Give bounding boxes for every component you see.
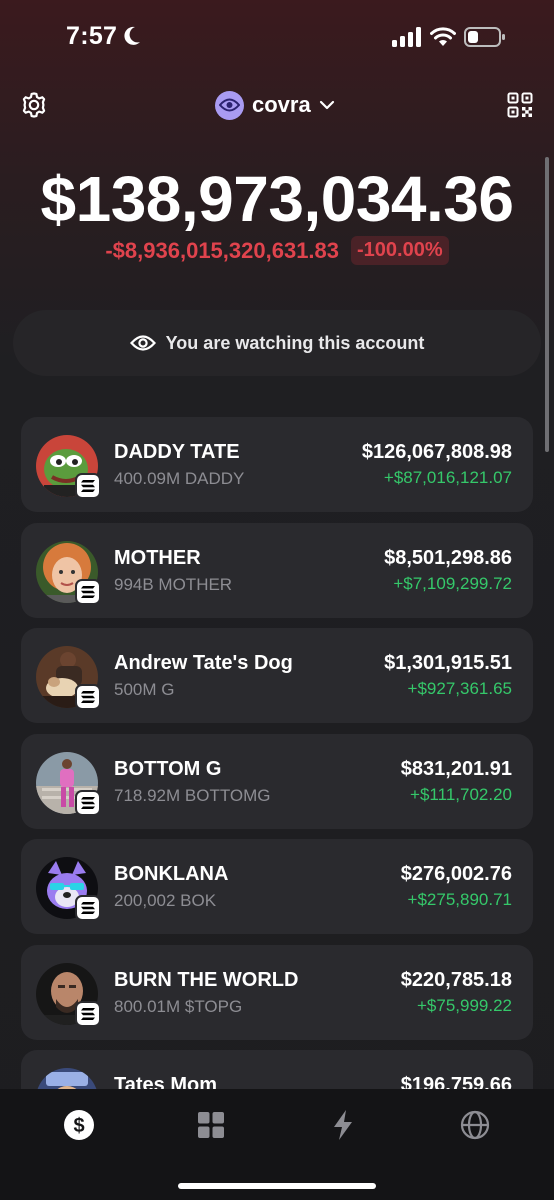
solana-chain-badge bbox=[75, 473, 101, 499]
solana-chain-badge bbox=[75, 790, 101, 816]
token-quantity: 800.01M $TOPG bbox=[114, 997, 243, 1016]
token-quantity: 200,002 BOK bbox=[114, 891, 217, 910]
scrollbar[interactable] bbox=[545, 157, 549, 452]
token-quantity: 994B MOTHER bbox=[114, 575, 233, 594]
svg-text:$: $ bbox=[73, 1115, 84, 1137]
token-value: $1,301,915.51 bbox=[384, 652, 512, 674]
token-gain: +$75,999.22 bbox=[416, 996, 512, 1015]
change-percent-badge: -100.00% bbox=[351, 236, 449, 265]
portfolio-balance: $138,973,034.36 bbox=[40, 163, 514, 235]
token-quantity: 400.09M DADDY bbox=[114, 469, 245, 488]
token-quantity: 718.92M BOTTOMG bbox=[114, 786, 271, 805]
solana-icon bbox=[81, 797, 95, 809]
watching-account-banner: You are watching this account bbox=[13, 310, 541, 376]
solana-icon bbox=[81, 902, 95, 914]
token-gain: +$275,890.71 bbox=[407, 890, 512, 909]
token-name: Andrew Tate's Dog bbox=[114, 652, 293, 674]
eye-icon bbox=[129, 335, 156, 351]
token-value: $126,067,808.98 bbox=[361, 441, 512, 463]
token-name: BURN THE WORLD bbox=[114, 969, 299, 991]
token-row[interactable]: Tates Mom $196,759.66 bbox=[21, 1050, 533, 1089]
solana-icon bbox=[81, 691, 95, 703]
solana-chain-badge bbox=[75, 1001, 101, 1027]
signal-icon bbox=[392, 27, 421, 47]
token-value: $276,002.76 bbox=[400, 863, 512, 885]
status-time: 7:57 bbox=[66, 22, 118, 50]
solana-chain-badge bbox=[75, 684, 101, 710]
gear-icon[interactable] bbox=[20, 91, 48, 119]
token-quantity: 500M G bbox=[114, 680, 175, 699]
token-name: BONKLANA bbox=[114, 863, 229, 885]
moon-icon bbox=[124, 26, 140, 45]
token-row[interactable]: Andrew Tate's Dog 500M G $1,301,915.51 +… bbox=[21, 628, 533, 723]
chevron-down-icon bbox=[319, 100, 334, 110]
grid-icon bbox=[198, 1112, 224, 1138]
token-gain: +$927,361.65 bbox=[407, 679, 512, 698]
globe-icon bbox=[460, 1110, 490, 1140]
token-row[interactable]: BONKLANA 200,002 BOK $276,002.76 +$275,8… bbox=[21, 839, 533, 934]
solana-icon bbox=[81, 586, 95, 598]
tab-explore[interactable] bbox=[457, 1107, 493, 1143]
dollar-icon: $ bbox=[64, 1110, 94, 1140]
portfolio-change: -$8,936,015,320,631.83 -100.00% bbox=[0, 236, 554, 265]
account-switcher[interactable]: covra bbox=[215, 89, 335, 121]
tab-collectibles[interactable] bbox=[193, 1107, 229, 1143]
home-indicator[interactable] bbox=[178, 1183, 376, 1189]
lightning-icon bbox=[334, 1110, 352, 1140]
token-name: DADDY TATE bbox=[114, 441, 240, 463]
partial-avatar bbox=[36, 1068, 98, 1089]
token-value: $220,785.18 bbox=[400, 969, 512, 991]
token-name: BOTTOM G bbox=[114, 758, 222, 780]
solana-chain-badge bbox=[75, 895, 101, 921]
token-row[interactable]: BOTTOM G 718.92M BOTTOMG $831,201.91 +$1… bbox=[21, 734, 533, 829]
status-bar: 7:57 bbox=[0, 0, 554, 76]
qr-code-icon[interactable] bbox=[507, 92, 533, 118]
token-row[interactable]: DADDY TATE 400.09M DADDY $126,067,808.98… bbox=[21, 417, 533, 512]
banner-text: You are watching this account bbox=[165, 332, 425, 353]
token-value: $8,501,298.86 bbox=[384, 547, 512, 569]
token-value: $831,201.91 bbox=[400, 758, 512, 780]
token-name: MOTHER bbox=[114, 547, 201, 569]
token-row[interactable]: BURN THE WORLD 800.01M $TOPG $220,785.18… bbox=[21, 945, 533, 1040]
solana-chain-badge bbox=[75, 579, 101, 605]
token-gain: +$111,702.20 bbox=[410, 785, 512, 804]
token-gain: +$7,109,299.72 bbox=[393, 574, 512, 593]
change-amount: -$8,936,015,320,631.83 bbox=[105, 237, 340, 263]
solana-icon bbox=[81, 1008, 95, 1020]
token-value: $196,759.66 bbox=[400, 1074, 512, 1089]
token-gain: +$87,016,121.07 bbox=[383, 468, 512, 487]
token-list: DADDY TATE 400.09M DADDY $126,067,808.98… bbox=[21, 417, 533, 1089]
wifi-icon bbox=[430, 27, 456, 46]
tab-portfolio[interactable]: $ bbox=[61, 1107, 97, 1143]
tab-activity[interactable] bbox=[325, 1107, 361, 1143]
token-row[interactable]: MOTHER 994B MOTHER $8,501,298.86 +$7,109… bbox=[21, 523, 533, 618]
token-name: Tates Mom bbox=[114, 1074, 217, 1089]
solana-icon bbox=[81, 480, 95, 492]
account-avatar bbox=[215, 90, 244, 120]
battery-icon bbox=[464, 27, 505, 47]
account-name: covra bbox=[252, 92, 311, 117]
eye-icon bbox=[219, 98, 240, 112]
